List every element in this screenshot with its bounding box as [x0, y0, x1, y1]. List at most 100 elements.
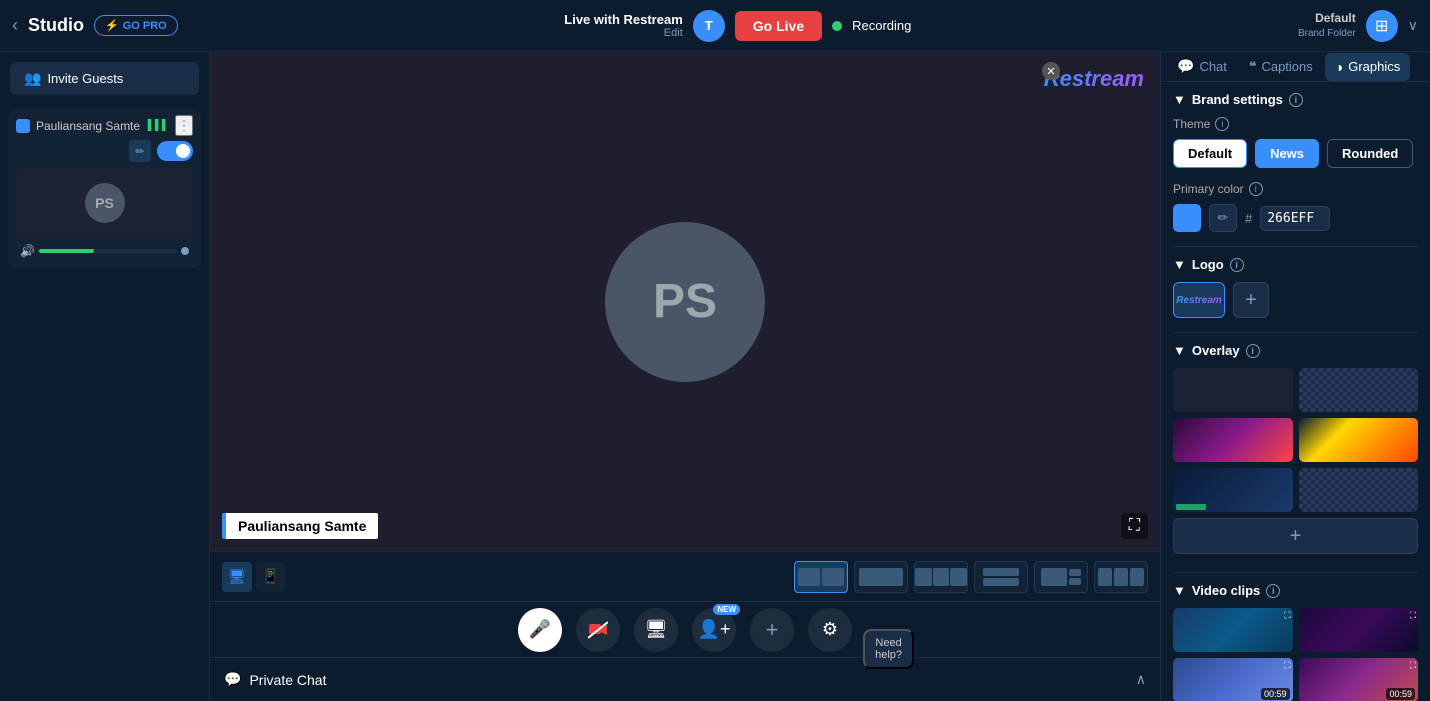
guest-avatar-circle: PS — [85, 183, 125, 223]
clip-thumb-3[interactable]: 00:59 ⛶ — [1173, 658, 1293, 701]
section-arrow-overlay: ▼ — [1173, 343, 1186, 358]
overlay-thumb-4[interactable] — [1299, 418, 1419, 462]
logo-thumbnail[interactable]: Restream — [1173, 282, 1225, 318]
layout-option-6[interactable] — [1094, 561, 1148, 593]
invite-icon: 👥 — [24, 70, 41, 87]
gopro-icon: ⚡ — [105, 19, 119, 32]
clip-expand-icon-1: ⛶ — [1284, 610, 1290, 621]
overlay-add-row: + — [1173, 518, 1418, 554]
recording-label: Recording — [852, 18, 911, 33]
section-arrow-logo: ▼ — [1173, 257, 1186, 272]
color-swatch[interactable] — [1173, 204, 1201, 232]
private-chat-bar[interactable]: 💬 Private Chat ∧ — [210, 657, 1160, 701]
overlay-thumb-2[interactable] — [1299, 368, 1419, 412]
settings-button[interactable]: ⚙ — [808, 608, 852, 652]
overlay-info-icon[interactable]: i — [1246, 344, 1260, 358]
add-logo-button[interactable]: + — [1233, 282, 1269, 318]
fullscreen-button[interactable]: ⛶ — [1121, 513, 1148, 539]
studio-title: Studio — [28, 15, 84, 36]
video-area: Restream ✕ PS Pauliansang Samte ⛶ — [210, 52, 1160, 551]
theme-options: Default News Rounded — [1173, 139, 1418, 168]
captions-tab-icon: ❝ — [1249, 58, 1257, 75]
center-panel: Restream ✕ PS Pauliansang Samte ⛶ 🖥 📱 — [210, 52, 1160, 701]
guest-avatar-small — [16, 119, 30, 133]
clip-thumb-2[interactable]: ⛶ — [1299, 608, 1419, 652]
mic-button[interactable]: 🎤 — [518, 608, 562, 652]
plus-icon: + — [766, 617, 779, 643]
audio-track[interactable] — [39, 249, 177, 253]
primary-color-label: Primary color i — [1173, 182, 1418, 196]
right-panel: 💬 Chat ❝ Captions ◑ Graphics ▼ Brand set… — [1160, 52, 1430, 701]
add-participant-button[interactable]: 👤+ NEW — [692, 608, 736, 652]
theme-news-button[interactable]: News — [1255, 139, 1319, 168]
guest-toggle[interactable] — [157, 141, 193, 161]
mobile-view-button[interactable]: 📱 — [256, 562, 286, 592]
section-arrow-clips: ▼ — [1173, 583, 1186, 598]
golive-button[interactable]: Go Live — [735, 11, 822, 41]
layout-option-2[interactable] — [854, 561, 908, 593]
back-button[interactable]: ‹ — [12, 15, 18, 36]
topbar: ‹ Studio ⚡ GO PRO Live with Restream Edi… — [0, 0, 1430, 52]
chat-tab-label: Chat — [1199, 59, 1226, 74]
camera-button[interactable] — [576, 608, 620, 652]
graphics-tab-icon: ◑ — [1335, 59, 1343, 75]
controls-bar: 🎤 🖥 👤+ NEW + ⚙ — [210, 601, 1160, 657]
primary-color-info-icon[interactable]: i — [1249, 182, 1263, 196]
audio-handle[interactable] — [181, 247, 189, 255]
logo-header: ▼ Logo i — [1173, 257, 1418, 272]
layout-option-3[interactable] — [914, 561, 968, 593]
videoclips-title: Video clips — [1192, 583, 1260, 598]
graphics-tab-label: Graphics — [1348, 59, 1400, 74]
tab-chat[interactable]: 💬 Chat — [1167, 52, 1237, 81]
gopro-badge[interactable]: ⚡ GO PRO — [94, 15, 178, 36]
layout-option-5[interactable] — [1034, 561, 1088, 593]
videoclips-info-icon[interactable]: i — [1266, 584, 1280, 598]
section-arrow-brand: ▼ — [1173, 92, 1186, 107]
avatar-circle-large: PS — [605, 222, 765, 382]
overlay-thumb-3[interactable] — [1173, 418, 1293, 462]
overlay-grid: + — [1173, 368, 1418, 558]
layout-option-4[interactable] — [974, 561, 1028, 593]
add-button[interactable]: + — [750, 608, 794, 652]
brand-button[interactable]: ⊞ — [1366, 10, 1398, 42]
close-overlay-button[interactable]: ✕ — [1042, 62, 1060, 80]
overlay-thumb-1[interactable] — [1173, 368, 1293, 412]
clip-thumb-1[interactable]: ⛶ — [1173, 608, 1293, 652]
overlay-thumb-5[interactable] — [1173, 468, 1293, 512]
expand-button[interactable]: ∨ — [1408, 17, 1418, 34]
layout-option-1[interactable] — [794, 561, 848, 593]
color-edit-button[interactable]: ✏ — [1209, 204, 1237, 232]
overlay-thumb-6[interactable] — [1299, 468, 1419, 512]
view-toggle: 🖥 📱 — [222, 562, 286, 592]
more-options-button[interactable]: ⋮ — [175, 115, 193, 136]
guest-header: Pauliansang Samte ▌▌▌ ⋮ — [16, 115, 193, 136]
topbar-center: Live with Restream Edit T Go Live Record… — [178, 10, 1298, 42]
brand-settings-header: ▼ Brand settings i — [1173, 92, 1418, 107]
right-tabs: 💬 Chat ❝ Captions ◑ Graphics — [1161, 52, 1430, 82]
need-help-button[interactable]: Need help? — [863, 629, 914, 669]
theme-default-button[interactable]: Default — [1173, 139, 1247, 168]
add-overlay-button[interactable]: + — [1173, 518, 1418, 554]
desktop-view-button[interactable]: 🖥 — [222, 562, 252, 592]
screen-share-button[interactable]: 🖥 — [634, 608, 678, 652]
layout-bar: 🖥 📱 — [210, 551, 1160, 601]
add-participant-icon: 👤+ — [698, 619, 731, 640]
theme-rounded-button[interactable]: Rounded — [1327, 139, 1413, 168]
tab-captions[interactable]: ❝ Captions — [1239, 52, 1323, 81]
brand-settings-info-icon[interactable]: i — [1289, 93, 1303, 107]
logo-info-icon[interactable]: i — [1230, 258, 1244, 272]
audio-icon: 🔊 — [20, 244, 35, 258]
chevron-up-icon: ∧ — [1136, 671, 1146, 688]
color-hex-input[interactable] — [1260, 206, 1330, 231]
guest-edit-button[interactable]: ✏ — [129, 140, 151, 162]
logo-row: Restream + — [1173, 282, 1418, 318]
clip-duration-3: 00:59 — [1261, 688, 1290, 700]
tab-graphics[interactable]: ◑ Graphics — [1325, 53, 1411, 81]
clip-thumb-4[interactable]: 00:59 ⛶ — [1299, 658, 1419, 701]
invite-guests-button[interactable]: 👥 Invite Guests — [10, 62, 199, 95]
theme-info-icon[interactable]: i — [1215, 117, 1229, 131]
videoclips-grid: ⛶ ⛶ 00:59 ⛶ 00:59 ⛶ 00:29 ⛶ ⛶ — [1173, 608, 1418, 701]
theme-label: Theme i — [1173, 117, 1418, 131]
left-bottom-space — [0, 272, 209, 701]
logo-title: Logo — [1192, 257, 1224, 272]
